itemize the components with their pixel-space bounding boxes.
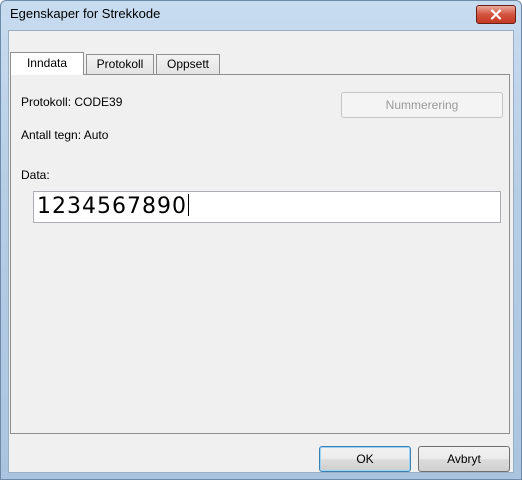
ok-button[interactable]: OK	[319, 446, 411, 472]
cancel-button[interactable]: Avbryt	[418, 446, 510, 472]
char-count-text: Antall tegn: Auto	[21, 128, 109, 142]
title-bar[interactable]: Egenskaper for Strekkode	[1, 1, 521, 29]
tab-oppsett-label: Oppsett	[166, 57, 210, 71]
close-button[interactable]	[476, 5, 516, 24]
tab-protokoll-label: Protokoll	[96, 57, 144, 71]
data-label: Data:	[21, 168, 50, 182]
inndata-panel: Protokoll: CODE39 Antall tegn: Auto Numm…	[10, 74, 510, 434]
tab-protokoll[interactable]: Protokoll	[86, 54, 154, 74]
tab-oppsett[interactable]: Oppsett	[156, 54, 220, 74]
close-icon	[490, 9, 502, 20]
data-input[interactable]: 1234567890	[33, 191, 501, 223]
data-input-value: 1234567890	[37, 194, 187, 219]
tab-inndata-label: Inndata	[26, 56, 68, 70]
numbering-button[interactable]: Nummerering	[341, 92, 503, 118]
text-caret	[187, 194, 189, 216]
protocol-text: Protokoll: CODE39	[21, 95, 123, 109]
window-title: Egenskaper for Strekkode	[10, 6, 161, 21]
tab-inndata[interactable]: Inndata	[10, 52, 84, 75]
